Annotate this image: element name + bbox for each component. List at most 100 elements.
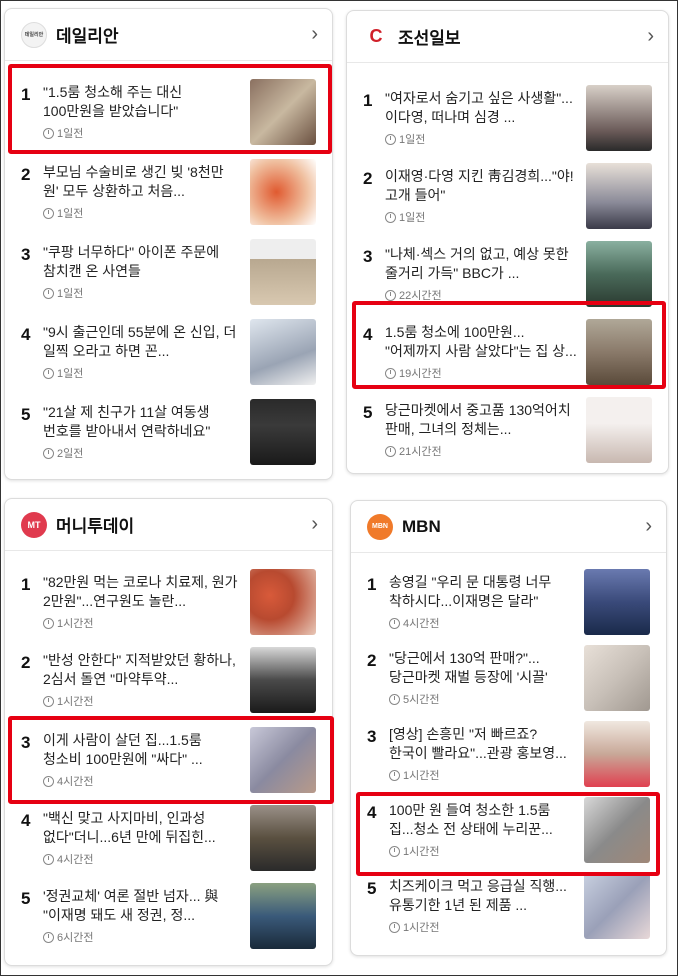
news-title[interactable]: "쿠팡 너무하다" 아이폰 주문에 참치캔 온 사연들	[43, 237, 242, 281]
news-title[interactable]: 이게 사람이 살던 집...1.5룸 청소비 100만원에 "싸다" ...	[43, 725, 242, 769]
news-thumbnail[interactable]	[250, 647, 316, 713]
rank-number: 3	[21, 245, 31, 264]
news-item[interactable]: 2 "당근에서 130억 판매?"...당근마켓 재벌 등장에 '시끌' 5시간전	[351, 643, 666, 721]
news-time: 1일전	[57, 288, 84, 300]
news-title[interactable]: "반성 안한다" 지적받았던 황하나, 2심서 돌연 "마약투약...	[43, 645, 242, 689]
news-thumbnail[interactable]	[250, 239, 316, 305]
news-item[interactable]: 1 송영길 "우리 문 대통령 너무 착하시다...이재명은 달라" 4시간전	[351, 567, 666, 645]
news-title[interactable]: 치즈케이크 먹고 응급실 직행...유통기한 1년 된 제품 ...	[389, 871, 576, 915]
clock-icon	[43, 775, 54, 787]
card-header[interactable]: C 조선일보 ›	[347, 11, 668, 63]
news-item[interactable]: 5 당근마켓에서 중고품 130억어치 판매, 그녀의 정체는... 21시간전	[347, 395, 668, 473]
news-thumbnail[interactable]	[584, 721, 650, 787]
news-title[interactable]: [영상] 손흥민 "저 빠르죠? 한국이 빨라요"...관광 홍보영...	[389, 719, 576, 763]
news-time: 2일전	[57, 448, 84, 460]
press-name: 조선일보	[398, 29, 461, 48]
news-thumbnail[interactable]	[250, 569, 316, 635]
clock-icon	[43, 447, 54, 459]
news-thumbnail[interactable]	[586, 85, 652, 151]
news-title[interactable]: "나체·섹스 거의 없고, 예상 못한 줄거리 가득" BBC가 ...	[385, 239, 578, 283]
news-item[interactable]: 3 이게 사람이 살던 집...1.5룸 청소비 100만원에 "싸다" ...…	[5, 725, 332, 803]
news-thumbnail[interactable]	[250, 159, 316, 225]
chevron-right-icon[interactable]: ›	[647, 25, 654, 48]
news-item[interactable]: 1 "1.5룸 청소해 주는 대신 100만원을 받았습니다" 1일전	[5, 77, 332, 155]
card-header[interactable]: 데일리안 데일리안 ›	[5, 9, 332, 61]
news-item[interactable]: 4 "백신 맞고 사지마비, 인과성 없다"더니...6년 만에 뒤집힌... 4…	[5, 803, 332, 881]
news-thumbnail[interactable]	[250, 727, 316, 793]
clock-icon	[389, 769, 400, 781]
news-item[interactable]: 5 '정권교체' 여론 절반 넘자... 與 "이재명 돼도 새 정권, 정..…	[5, 881, 332, 959]
news-time: 1시간전	[403, 846, 440, 858]
news-thumbnail[interactable]	[586, 163, 652, 229]
rank-number: 2	[367, 651, 377, 670]
news-item[interactable]: 2 "반성 안한다" 지적받았던 황하나, 2심서 돌연 "마약투약... 1시간…	[5, 645, 332, 723]
press-logo-icon: MBN	[367, 513, 393, 540]
news-title[interactable]: "82만원 먹는 코로나 치료제, 원가 2만원"...연구원도 놀란...	[43, 567, 242, 611]
news-item[interactable]: 1 "82만원 먹는 코로나 치료제, 원가 2만원"...연구원도 놀란...…	[5, 567, 332, 645]
news-time: 1시간전	[57, 618, 94, 630]
news-thumbnail[interactable]	[586, 241, 652, 307]
news-thumbnail[interactable]	[584, 645, 650, 711]
news-time: 4시간전	[57, 854, 94, 866]
news-item[interactable]: 4 100만 원 들여 청소한 1.5룸 집...청소 전 상태에 누리꾼...…	[351, 795, 666, 873]
news-title[interactable]: "백신 맞고 사지마비, 인과성 없다"더니...6년 만에 뒤집힌...	[43, 803, 242, 847]
news-time: 1일전	[57, 128, 84, 140]
press-logo-icon: 데일리안	[21, 21, 47, 48]
news-title[interactable]: 이재영·다영 지킨 靑김경희..."야! 고개 들어"	[385, 161, 578, 205]
news-time: 4시간전	[57, 776, 94, 788]
news-title[interactable]: "당근에서 130억 판매?"...당근마켓 재벌 등장에 '시끌'	[389, 643, 576, 687]
news-item[interactable]: 1 "여자로서 숨기고 싶은 사생활"... 이다영, 떠나며 심경 ... 1일…	[347, 83, 668, 161]
news-time: 6시간전	[57, 932, 94, 944]
news-thumbnail[interactable]	[584, 569, 650, 635]
news-thumbnail[interactable]	[586, 397, 652, 463]
news-title[interactable]: "1.5룸 청소해 주는 대신 100만원을 받았습니다"	[43, 77, 242, 121]
news-title[interactable]: '정권교체' 여론 절반 넘자... 與 "이재명 돼도 새 정권, 정...	[43, 881, 242, 925]
rank-number: 4	[363, 325, 373, 344]
news-title[interactable]: 당근마켓에서 중고품 130억어치 판매, 그녀의 정체는...	[385, 395, 578, 439]
news-item[interactable]: 5 치즈케이크 먹고 응급실 직행...유통기한 1년 된 제품 ... 1시간전	[351, 871, 666, 949]
clock-icon	[389, 617, 400, 629]
news-thumbnail[interactable]	[250, 319, 316, 385]
news-item[interactable]: 2 부모님 수술비로 생긴 빚 '8천만 원' 모두 상환하고 처음... 1일전	[5, 157, 332, 235]
news-title[interactable]: "여자로서 숨기고 싶은 사생활"... 이다영, 떠나며 심경 ...	[385, 83, 578, 127]
clock-icon	[385, 289, 396, 301]
news-thumbnail[interactable]	[250, 79, 316, 145]
news-thumbnail[interactable]	[584, 797, 650, 863]
news-item[interactable]: 3 "쿠팡 너무하다" 아이폰 주문에 참치캔 온 사연들 1일전	[5, 237, 332, 315]
news-item[interactable]: 5 "21살 제 친구가 11살 여동생 번호를 받아내서 연락하네요" 2일전	[5, 397, 332, 475]
news-title[interactable]: "9시 출근인데 55분에 온 신입, 더 일찍 오라고 하면 꼰...	[43, 317, 242, 361]
chevron-right-icon[interactable]: ›	[311, 23, 318, 46]
chevron-right-icon[interactable]: ›	[645, 515, 652, 538]
news-title[interactable]: 송영길 "우리 문 대통령 너무 착하시다...이재명은 달라"	[389, 567, 576, 611]
news-thumbnail[interactable]	[250, 805, 316, 871]
card-header[interactable]: MBN MBN ›	[351, 501, 666, 553]
chevron-right-icon[interactable]: ›	[311, 513, 318, 536]
news-item[interactable]: 3 [영상] 손흥민 "저 빠르죠? 한국이 빨라요"...관광 홍보영... 1…	[351, 719, 666, 797]
news-title[interactable]: "21살 제 친구가 11살 여동생 번호를 받아내서 연락하네요"	[43, 397, 242, 441]
news-thumbnail[interactable]	[250, 883, 316, 949]
rank-number: 5	[363, 403, 373, 422]
press-name: 데일리안	[56, 27, 119, 46]
rank-number: 2	[363, 169, 373, 188]
rank-number: 4	[367, 803, 377, 822]
press-logo-icon: MT	[21, 511, 47, 538]
press-logo-icon: C	[363, 23, 389, 50]
news-title[interactable]: 1.5룸 청소에 100만원... "어제까지 사람 살았다"는 집 상...	[385, 317, 578, 361]
news-item[interactable]: 4 1.5룸 청소에 100만원... "어제까지 사람 살았다"는 집 상..…	[347, 317, 668, 395]
card-header[interactable]: MT 머니투데이 ›	[5, 499, 332, 551]
news-time: 1일전	[57, 368, 84, 380]
news-card-mbn: MBN MBN › 1 송영길 "우리 문 대통령 너무 착하시다...이재명은…	[350, 500, 667, 956]
news-item[interactable]: 2 이재영·다영 지킨 靑김경희..."야! 고개 들어" 1일전	[347, 161, 668, 239]
news-item[interactable]: 4 "9시 출근인데 55분에 온 신입, 더 일찍 오라고 하면 꼰... 1일…	[5, 317, 332, 395]
news-item[interactable]: 3 "나체·섹스 거의 없고, 예상 못한 줄거리 가득" BBC가 ... 22…	[347, 239, 668, 317]
news-time: 4시간전	[403, 618, 440, 630]
news-title[interactable]: 부모님 수술비로 생긴 빚 '8천만 원' 모두 상환하고 처음...	[43, 157, 242, 201]
clock-icon	[385, 211, 396, 223]
news-thumbnail[interactable]	[250, 399, 316, 465]
clock-icon	[385, 133, 396, 145]
news-thumbnail[interactable]	[586, 319, 652, 385]
news-title[interactable]: 100만 원 들여 청소한 1.5룸 집...청소 전 상태에 누리꾼...	[389, 795, 576, 839]
news-thumbnail[interactable]	[584, 873, 650, 939]
news-card-chosun: C 조선일보 › 1 "여자로서 숨기고 싶은 사생활"... 이다영, 떠나며…	[346, 10, 669, 474]
clock-icon	[43, 617, 54, 629]
